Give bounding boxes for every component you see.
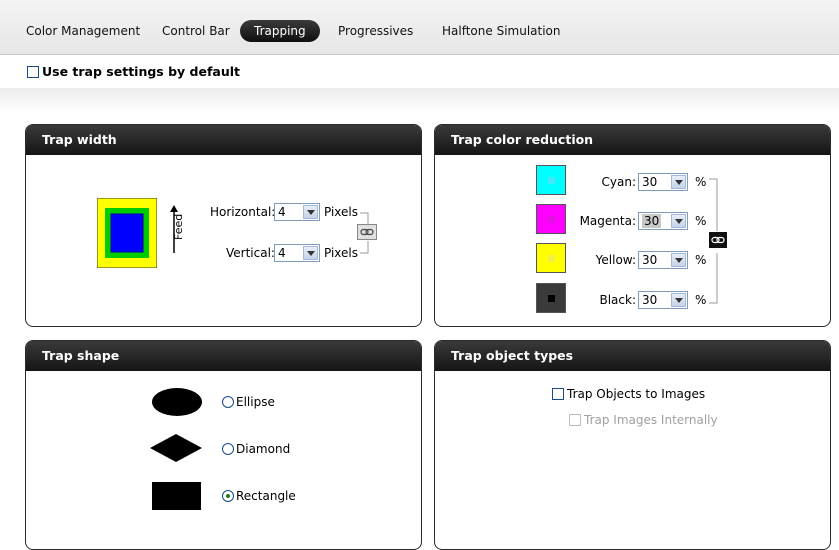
horizontal-unit: Pixels <box>324 205 359 219</box>
diamond-shape-icon <box>150 434 202 462</box>
ellipse-radio[interactable] <box>222 396 234 408</box>
use-trap-default-label: Use trap settings by default <box>42 64 240 79</box>
cyan-value: 30 <box>642 175 658 189</box>
chain-link-icon[interactable] <box>709 232 727 248</box>
trap-width-preview-graphic <box>97 198 157 268</box>
rectangle-label: Rectangle <box>236 489 296 503</box>
horizontal-value: 4 <box>278 205 286 219</box>
tab-trapping[interactable]: Trapping <box>240 20 320 42</box>
chevron-down-icon[interactable] <box>303 246 318 260</box>
chevron-down-icon[interactable] <box>671 175 686 189</box>
magenta-label: Magenta: <box>579 214 636 228</box>
tab-control-bar[interactable]: Control Bar <box>148 20 244 42</box>
vertical-label: Vertical: <box>226 246 275 260</box>
trap-images-internally-label: Trap Images Internally <box>584 413 718 427</box>
trap-object-types-title: Trap object types <box>435 341 830 371</box>
tab-progressives[interactable]: Progressives <box>324 20 427 42</box>
chevron-down-icon[interactable] <box>303 205 318 219</box>
magenta-swatch <box>536 204 566 234</box>
ellipse-label: Ellipse <box>236 395 275 409</box>
use-trap-default-checkbox[interactable] <box>27 66 39 78</box>
diamond-radio[interactable] <box>222 443 234 455</box>
trap-objects-to-images-checkbox[interactable] <box>552 388 564 400</box>
rectangle-shape-icon <box>152 482 201 510</box>
magenta-percent: % <box>695 214 707 228</box>
yellow-value: 30 <box>642 253 658 267</box>
trap-objects-to-images-label: Trap Objects to Images <box>567 387 706 401</box>
ellipse-option[interactable]: Ellipse <box>222 395 275 409</box>
rectangle-option[interactable]: Rectangle <box>222 489 296 503</box>
tab-halftone-simulation[interactable]: Halftone Simulation <box>428 20 575 42</box>
trap-objects-to-images-option[interactable]: Trap Objects to Images <box>552 387 705 401</box>
ellipse-shape-icon <box>152 388 202 416</box>
diamond-label: Diamond <box>236 442 291 456</box>
trap-width-panel: Trap width Feed Horizontal: 4 Pixels Ver… <box>25 124 422 327</box>
cyan-percent: % <box>695 175 707 189</box>
cyan-label: Cyan: <box>601 175 636 189</box>
separator-band <box>0 88 839 112</box>
rectangle-radio[interactable] <box>222 490 234 502</box>
yellow-swatch <box>536 243 566 273</box>
chain-link-icon[interactable] <box>357 224 377 240</box>
tab-color-management[interactable]: Color Management <box>12 20 154 42</box>
trap-color-reduction-title: Trap color reduction <box>435 125 830 155</box>
vertical-unit: Pixels <box>324 246 359 260</box>
magenta-select[interactable]: 30 <box>638 212 688 230</box>
yellow-label: Yellow: <box>595 253 636 267</box>
black-select[interactable]: 30 <box>638 291 688 309</box>
chevron-down-icon[interactable] <box>671 214 686 228</box>
trap-images-internally-checkbox <box>569 414 581 426</box>
trap-shape-panel: Trap shape Ellipse Diamond Rectangle <box>25 340 422 550</box>
yellow-percent: % <box>695 253 707 267</box>
use-trap-default-row[interactable]: Use trap settings by default <box>27 64 240 79</box>
black-swatch <box>536 283 566 313</box>
trap-color-reduction-panel: Trap color reduction Cyan: 30 % Magenta:… <box>434 124 831 327</box>
trap-images-internally-option: Trap Images Internally <box>569 413 718 427</box>
trap-shape-title: Trap shape <box>26 341 421 371</box>
horizontal-select[interactable]: 4 <box>274 203 320 221</box>
horizontal-label: Horizontal: <box>210 205 276 219</box>
diamond-option[interactable]: Diamond <box>222 442 290 456</box>
black-label: Black: <box>599 293 636 307</box>
black-percent: % <box>695 293 707 307</box>
trap-width-title: Trap width <box>26 125 421 155</box>
magenta-value: 30 <box>642 214 662 228</box>
trap-object-types-panel: Trap object types Trap Objects to Images… <box>434 340 831 550</box>
chevron-down-icon[interactable] <box>671 293 686 307</box>
cyan-swatch <box>536 165 566 195</box>
tab-bar: Color Management Control Bar Trapping Pr… <box>0 0 839 55</box>
feed-label: Feed <box>172 213 185 240</box>
vertical-value: 4 <box>278 246 286 260</box>
cyan-select[interactable]: 30 <box>638 173 688 191</box>
chevron-down-icon[interactable] <box>671 253 686 267</box>
black-value: 30 <box>642 293 658 307</box>
vertical-select[interactable]: 4 <box>274 244 320 262</box>
yellow-select[interactable]: 30 <box>638 251 688 269</box>
